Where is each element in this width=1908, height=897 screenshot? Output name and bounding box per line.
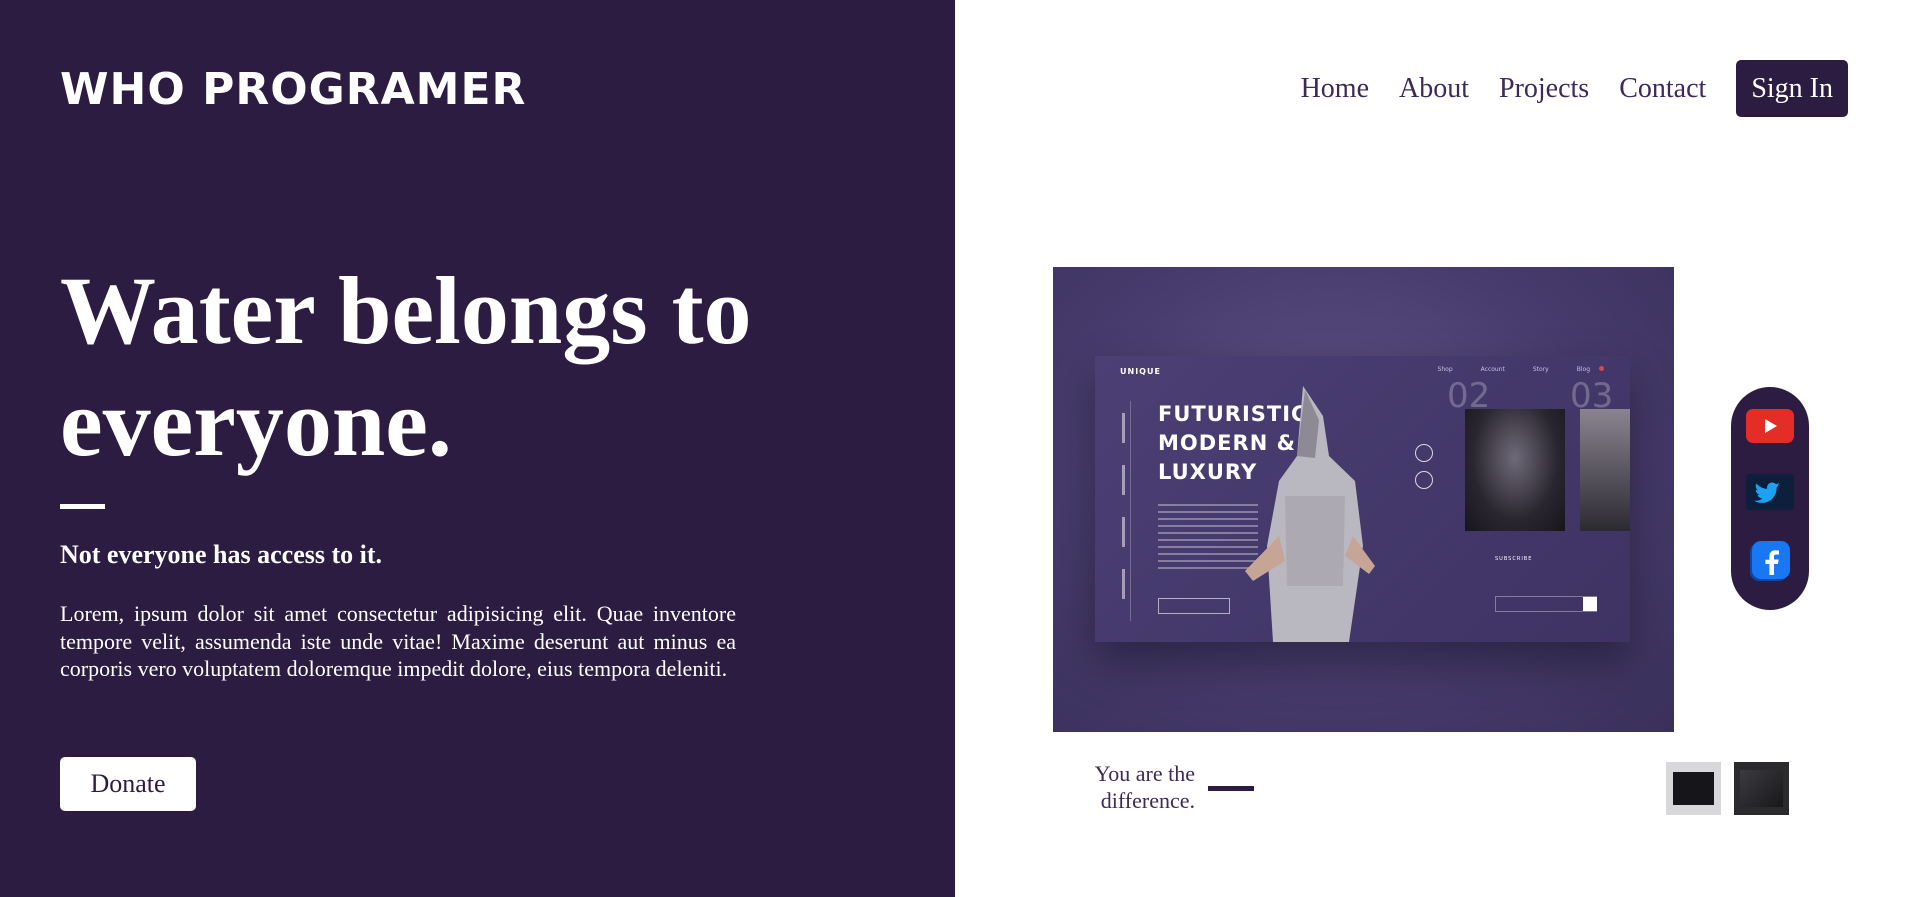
twitter-icon: [1746, 474, 1794, 510]
thumbnail-1[interactable]: [1666, 762, 1721, 815]
hero-subtitle: Not everyone has access to it.: [60, 540, 383, 569]
preview-subscribe-label: SUBSCRIBE: [1495, 556, 1533, 562]
youtube-icon: [1746, 409, 1794, 443]
donate-button[interactable]: Donate: [60, 757, 196, 811]
preview-menu-item: Blog: [1576, 366, 1590, 373]
preview-menu-item: Account: [1480, 366, 1505, 373]
preview-paragraph: [1158, 504, 1258, 574]
caption-divider: [1208, 786, 1254, 791]
thumbnail-2[interactable]: [1734, 762, 1789, 815]
sign-in-button[interactable]: Sign In: [1736, 60, 1848, 117]
social-bar: [1731, 387, 1809, 610]
preview-submit-button: [1583, 597, 1597, 611]
preview-side-nav: [1119, 401, 1131, 621]
preview-menu-item: Shop: [1437, 366, 1453, 373]
hero-body-text: Lorem, ipsum dolor sit amet consectetur …: [60, 601, 736, 681]
youtube-link[interactable]: [1745, 409, 1795, 443]
preview-cart-dot: [1599, 366, 1604, 371]
hero-title: Water belongs to everyone.: [60, 257, 752, 476]
caption-text: You are the difference.: [1094, 761, 1195, 813]
preview-model-photo: [1580, 409, 1630, 531]
preview-explore-button: [1158, 598, 1230, 614]
preview-arrows: [1415, 444, 1433, 498]
left-panel: WHO PROGRAMER Water belongs to everyone.…: [0, 0, 955, 897]
hero-preview-image: UNIQUE Shop Account Story Blog FUTURISTI…: [1053, 267, 1674, 732]
facebook-link[interactable]: [1745, 541, 1795, 581]
preview-card: UNIQUE Shop Account Story Blog FUTURISTI…: [1095, 356, 1630, 642]
main-nav: Home About Projects Contact Sign In: [1271, 60, 1848, 117]
nav-projects[interactable]: Projects: [1499, 73, 1589, 105]
preview-menu: Shop Account Story Blog: [1438, 366, 1590, 373]
preview-jacket-photo: [1465, 409, 1565, 531]
preview-email-input: [1495, 596, 1597, 612]
hero-divider: [60, 504, 105, 509]
preview-menu-item: Story: [1532, 366, 1549, 373]
preview-brand: UNIQUE: [1120, 367, 1161, 376]
site-logo[interactable]: WHO PROGRAMER: [60, 64, 526, 115]
nav-home[interactable]: Home: [1301, 73, 1369, 105]
facebook-icon: [1750, 541, 1790, 581]
hooded-figure-image: [1245, 386, 1375, 642]
twitter-link[interactable]: [1745, 474, 1795, 510]
nav-about[interactable]: About: [1399, 73, 1469, 105]
nav-contact[interactable]: Contact: [1619, 73, 1706, 105]
